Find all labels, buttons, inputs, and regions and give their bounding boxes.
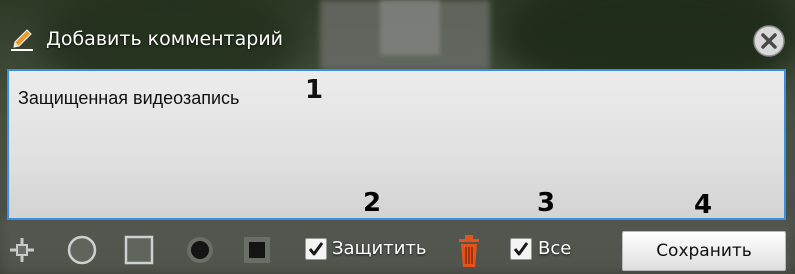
circle-filled-icon[interactable] xyxy=(183,226,217,274)
pencil-icon xyxy=(8,26,36,52)
callout-1: 1 xyxy=(305,75,324,105)
protect-checkbox[interactable] xyxy=(305,238,327,260)
circle-outline-icon[interactable] xyxy=(65,226,99,274)
all-label: Все xyxy=(538,238,572,259)
square-filled-icon[interactable] xyxy=(240,226,274,274)
save-button[interactable]: Сохранить xyxy=(622,231,786,271)
comment-dialog: Добавить комментарий Защищенная видеозап… xyxy=(0,0,795,274)
close-icon[interactable] xyxy=(751,23,787,59)
comment-toolbar: Защитить Все Сохранить xyxy=(0,226,795,274)
crosshair-icon[interactable] xyxy=(6,226,38,274)
dialog-title: Добавить комментарий xyxy=(46,28,284,50)
callout-3: 3 xyxy=(537,188,556,218)
comment-text: Защищенная видеозапись xyxy=(18,88,240,108)
all-checkbox[interactable] xyxy=(510,238,532,260)
trash-icon[interactable] xyxy=(455,233,483,269)
comment-textarea[interactable]: Защищенная видеозапись xyxy=(7,69,786,220)
callout-2: 2 xyxy=(363,188,382,218)
dialog-header: Добавить комментарий xyxy=(0,18,795,62)
callout-4: 4 xyxy=(694,190,713,220)
protect-label: Защитить xyxy=(332,238,427,259)
square-outline-icon[interactable] xyxy=(122,226,156,274)
